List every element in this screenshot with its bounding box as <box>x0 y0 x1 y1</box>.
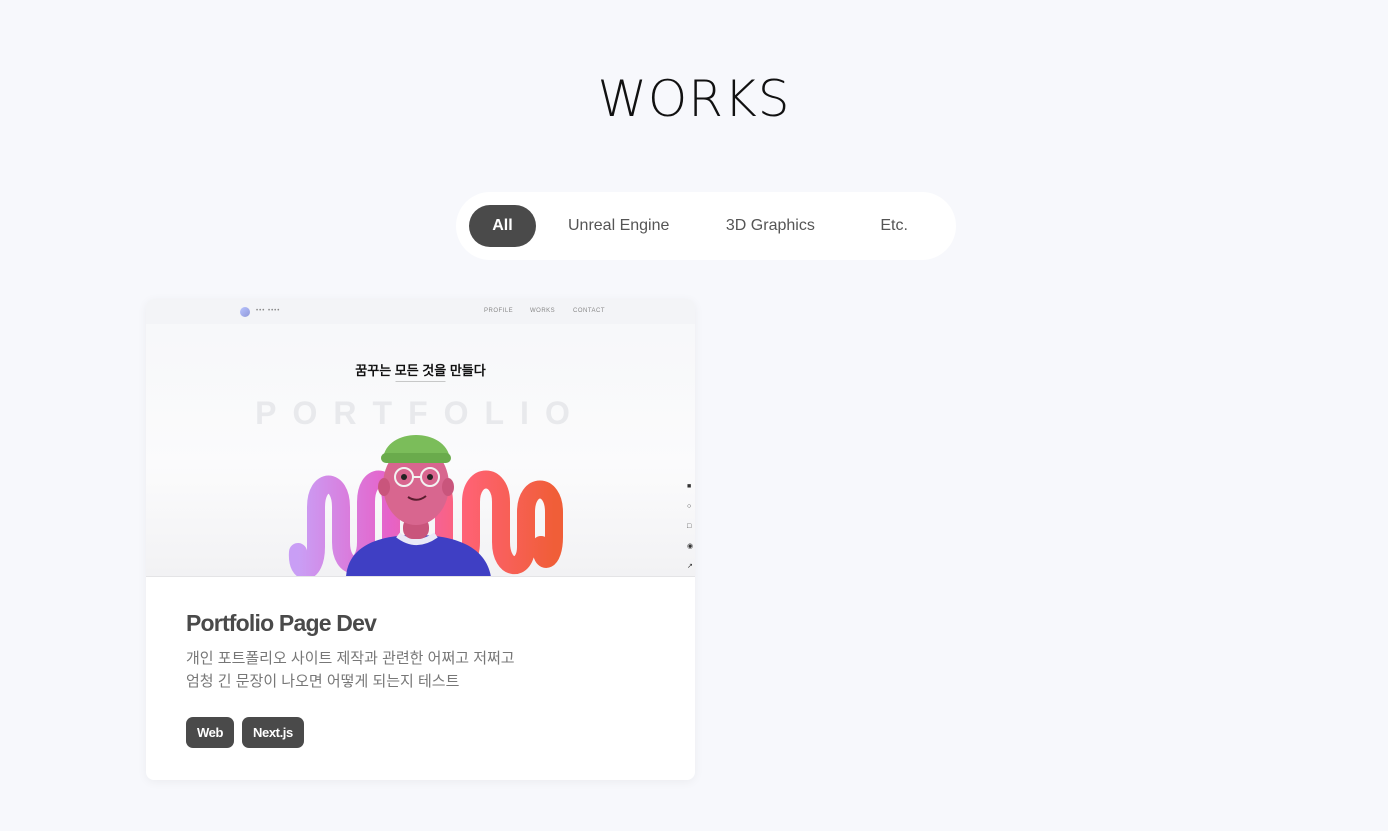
work-thumbnail[interactable]: ••• •••• PROFILE WORKS CONTACT 꿈꾸는 모든 것을… <box>146 299 695 577</box>
thumbnail-logo-text: ••• •••• <box>256 308 281 314</box>
work-description-line: 개인 포트폴리오 사이트 제작과 관련한 어쩌고 저쩌고 <box>186 650 515 667</box>
tag-badge: Web <box>186 717 235 748</box>
thumbnail-headline: 꿈꾸는 모든 것을 만들다 <box>355 363 486 378</box>
thumbnail-nav-link: CONTACT <box>573 308 606 314</box>
work-description-line: 엄청 긴 문장이 나오면 어떻게 되는지 테스트 <box>186 673 460 690</box>
thumbnail-nav-link: PROFILE <box>484 308 514 314</box>
work-description: 개인 포트폴리오 사이트 제작과 관련한 어쩌고 저쩌고 엄청 긴 문장이 나오… <box>186 647 655 693</box>
work-tags: Web Next.js <box>186 717 655 748</box>
filter-etc-button[interactable]: Etc. <box>845 205 943 247</box>
thumbnail-nav: ••• •••• PROFILE WORKS CONTACT <box>146 299 695 324</box>
filter-3d-graphics-button[interactable]: 3D Graphics <box>696 205 846 247</box>
tag-badge: Next.js <box>242 717 304 748</box>
thumbnail-logo-icon <box>240 307 250 317</box>
filter-all-button[interactable]: All <box>469 205 536 247</box>
page-title: WORKS <box>597 70 791 128</box>
category-filter-bar: All Unreal Engine 3D Graphics Etc. <box>456 192 956 260</box>
thumbnail-nav-link: WORKS <box>530 308 556 314</box>
work-card-body: Portfolio Page Dev 개인 포트폴리오 사이트 제작과 관련한 … <box>146 577 695 748</box>
filter-unreal-engine-button[interactable]: Unreal Engine <box>542 205 696 247</box>
work-card[interactable]: ••• •••• PROFILE WORKS CONTACT 꿈꾸는 모든 것을… <box>146 299 695 780</box>
work-title: Portfolio Page Dev <box>186 610 377 636</box>
thumbnail-subtext: —————————— <box>395 379 446 385</box>
thumbnail-side-icons: ■ ○ □ ◉ ↗ <box>687 483 694 570</box>
3d-character-illustration <box>288 435 563 576</box>
